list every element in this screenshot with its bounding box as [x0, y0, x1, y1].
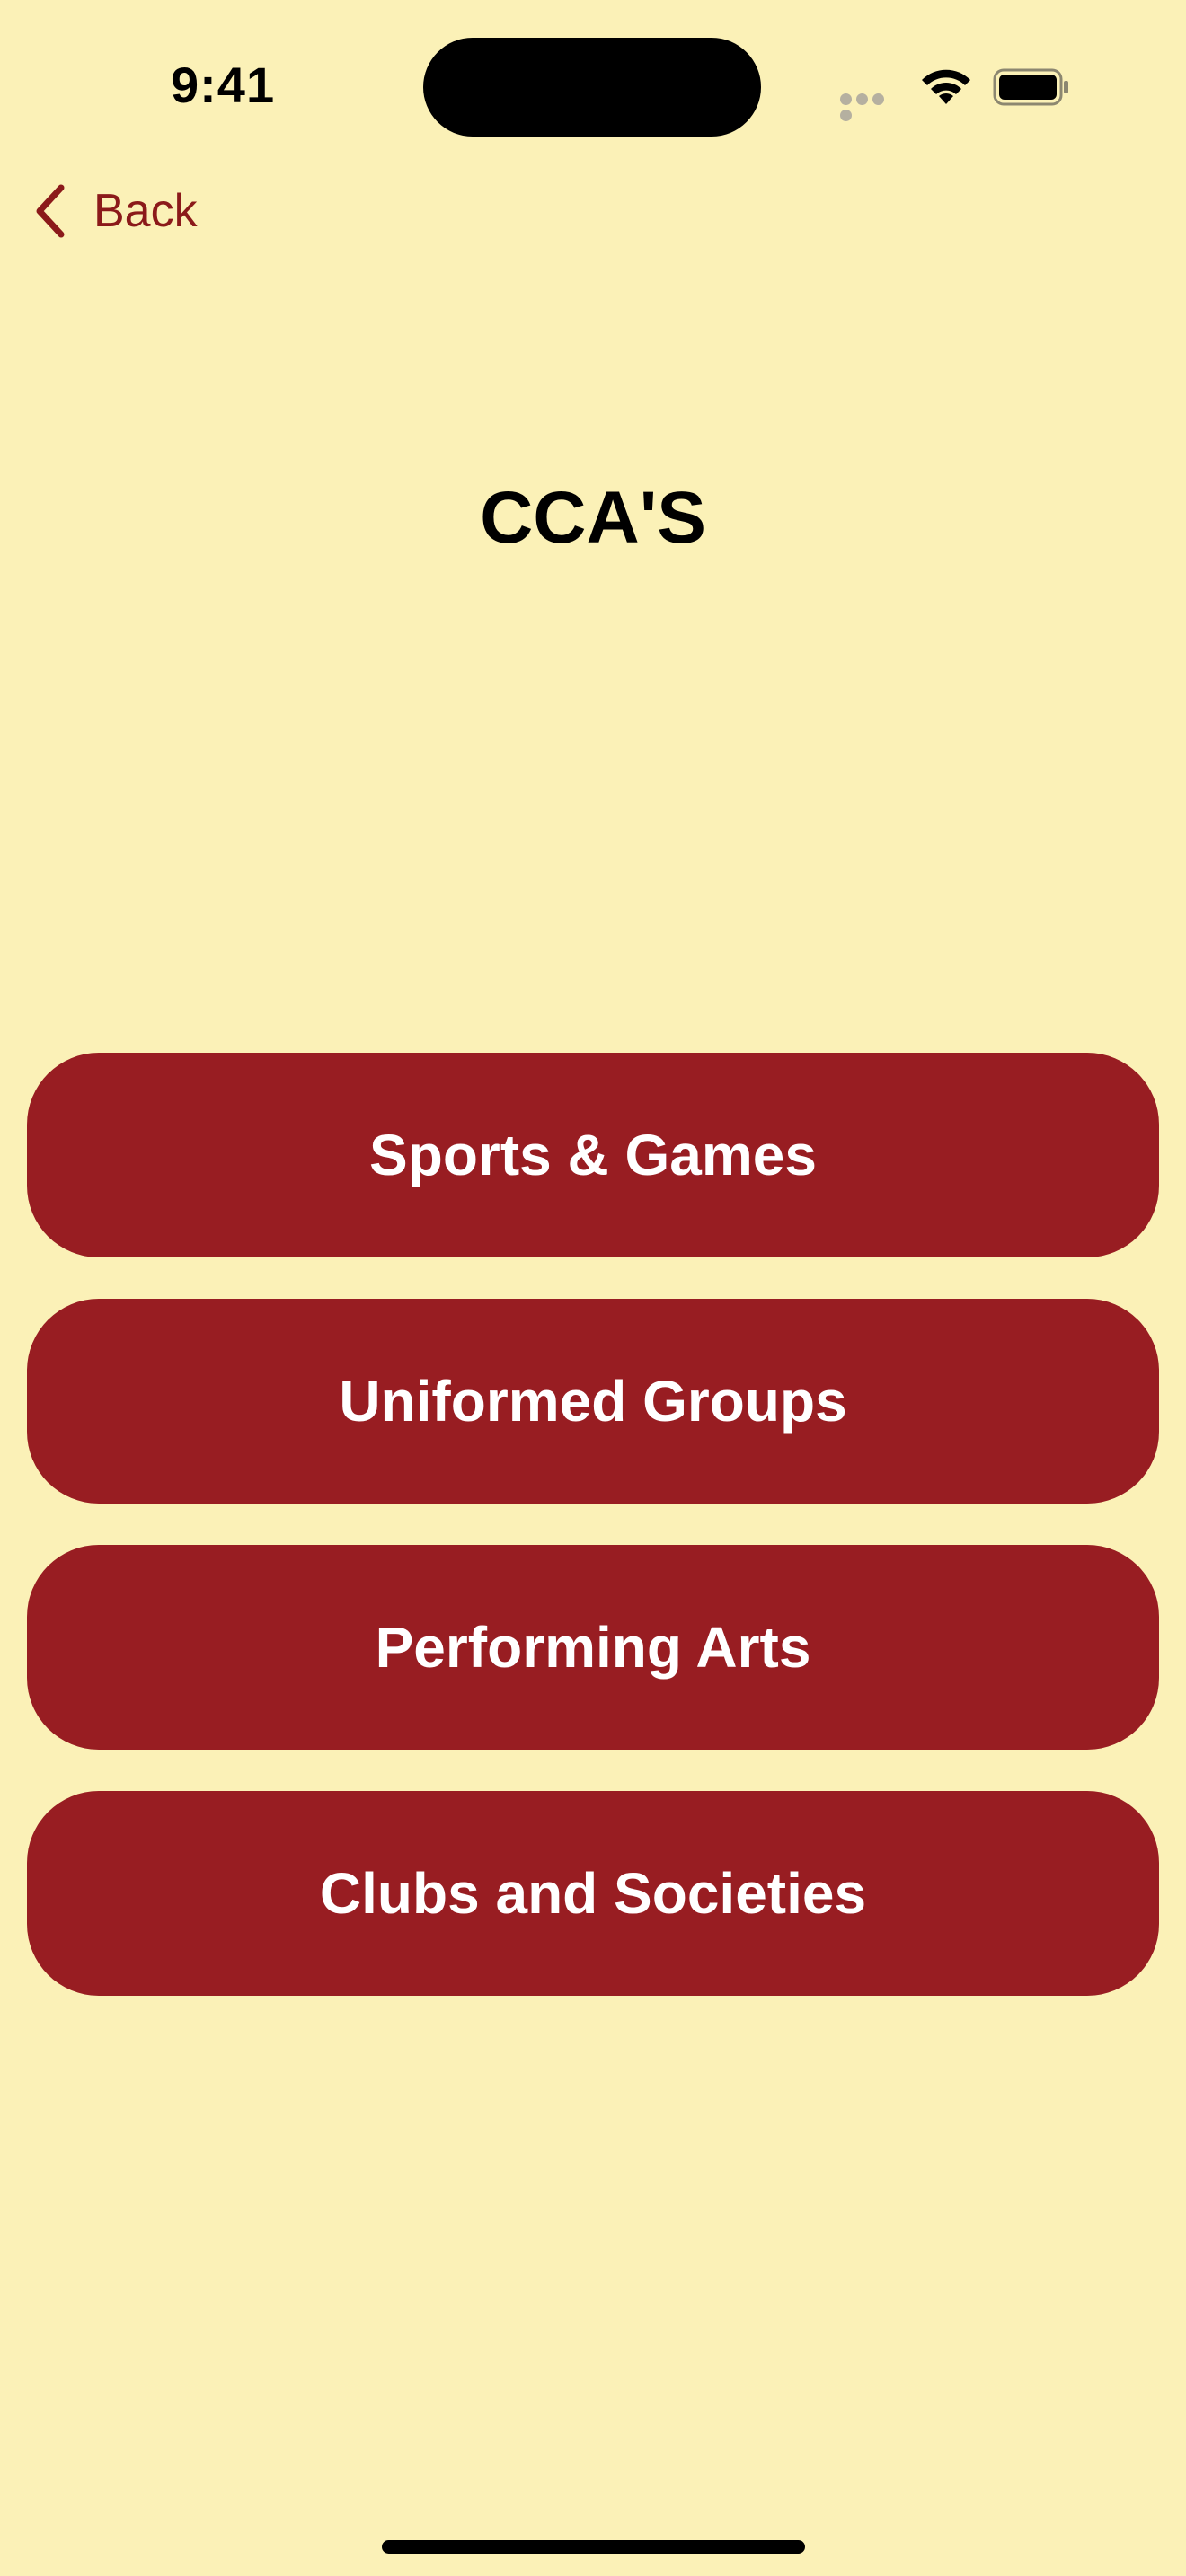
home-indicator	[382, 2540, 805, 2554]
back-button[interactable]: Back	[32, 180, 198, 243]
page-title: CCA'S	[480, 477, 706, 559]
sports-and-games-button[interactable]: Sports & Games	[27, 1053, 1159, 1257]
back-label: Back	[93, 185, 198, 237]
uniformed-groups-button[interactable]: Uniformed Groups	[27, 1299, 1159, 1504]
status-time: 9:41	[171, 57, 276, 113]
category-list: Sports & Games Uniformed Groups Performi…	[27, 1053, 1159, 2037]
wifi-icon	[922, 69, 970, 104]
chevron-left-icon	[36, 184, 65, 238]
dynamic-island	[423, 38, 761, 137]
performing-arts-button[interactable]: Performing Arts	[27, 1545, 1159, 1750]
status-bar: 9:41	[0, 0, 1186, 180]
signal-icon	[840, 93, 903, 121]
clubs-and-societies-button[interactable]: Clubs and Societies	[27, 1791, 1159, 1996]
battery-icon	[993, 68, 1068, 106]
